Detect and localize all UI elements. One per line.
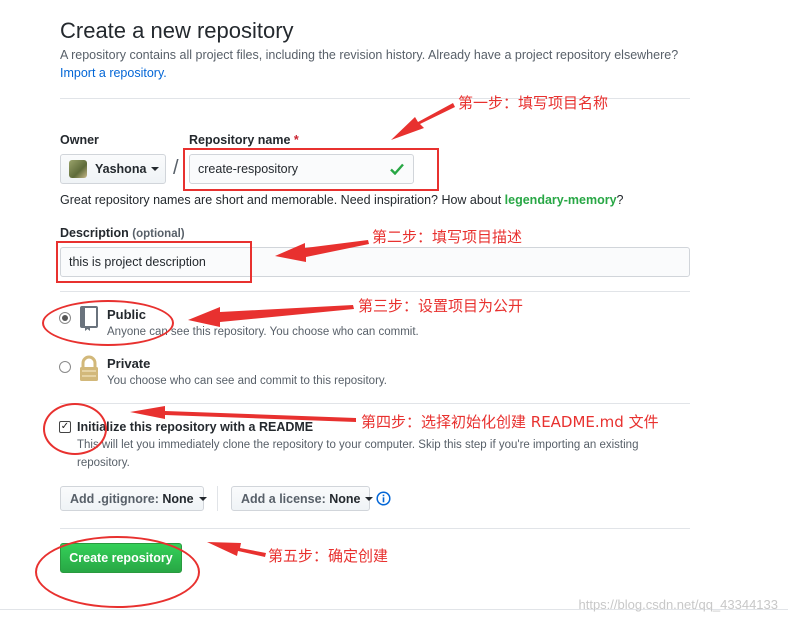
annotation-step2: 第二步：填写项目描述 [372, 228, 523, 246]
watermark: https://blog.csdn.net/qq_43344133 [578, 597, 779, 612]
arrow-step1 [391, 103, 455, 140]
arrow-step2 [275, 240, 369, 262]
arrow-step5 [207, 542, 266, 557]
annotation-step5: 第五步：确定创建 [268, 547, 389, 565]
arrow-step3 [188, 305, 354, 327]
arrow-step4 [130, 406, 356, 422]
annotation-step1: 第一步：填写项目名称 [458, 94, 609, 112]
annotation-step3: 第三步：设置项目为公开 [358, 297, 524, 315]
annotation-step4: 第四步：选择初始化创建 README.md 文件 [361, 413, 659, 431]
